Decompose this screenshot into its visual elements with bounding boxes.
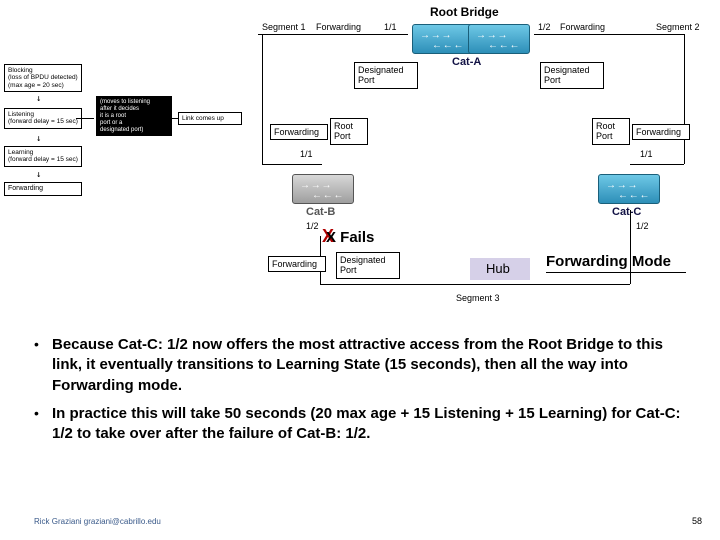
- state-learning: Learning (forward delay = 15 sec): [4, 146, 82, 167]
- port-12-b: 1/2: [306, 222, 319, 232]
- seg1-line: [258, 34, 408, 35]
- state-listening: Listening (forward delay = 15 sec): [4, 108, 82, 129]
- state-forwarding: Forwarding: [4, 182, 82, 196]
- fwd-right-label: Forwarding: [560, 23, 605, 33]
- page-title: Root Bridge: [430, 6, 499, 19]
- right-vline: [684, 34, 685, 164]
- forwarding-mode-label: Forwarding Mode: [546, 254, 671, 271]
- port-11-b: 1/1: [300, 150, 313, 160]
- seg3-line: [320, 284, 630, 285]
- switch-cat-a-2: → → →← ← ←: [468, 24, 530, 54]
- switch-cat-b: → → →← ← ←: [292, 174, 354, 204]
- switch-cat-a: → → →← ← ←: [412, 24, 474, 54]
- port-11a: 1/1: [384, 23, 397, 33]
- seg2-line: [534, 34, 684, 35]
- catc-hline: [630, 164, 684, 165]
- arrow-2: ↓: [36, 134, 41, 144]
- bullet-dot-icon: •: [34, 404, 52, 445]
- arrow-1: ↓: [36, 94, 41, 104]
- state-blocking-text: Blocking (loss of BPDU detected) (max ag…: [8, 67, 78, 89]
- bullet-list: • Because Cat-C: 1/2 now offers the most…: [34, 335, 694, 452]
- footer-page-number: 58: [692, 516, 702, 526]
- root-port-right-text: Root Port: [596, 121, 615, 141]
- arrow-3: ↓: [36, 170, 41, 180]
- state-note-a: (moves to listening after it decides it …: [96, 96, 172, 136]
- bullet-text-1: Because Cat-C: 1/2 now offers the most a…: [52, 335, 694, 396]
- designated-port-left: Designated Port: [354, 62, 418, 89]
- mini-conn-2: [166, 118, 178, 119]
- cat-b-label: Cat-B: [306, 206, 335, 218]
- forwarding-box-bl: Forwarding: [270, 124, 328, 140]
- designated-port-right: Designated Port: [540, 62, 604, 89]
- designated-port-b: Designated Port: [336, 252, 400, 279]
- bullet-text-2: In practice this will take 50 seconds (2…: [52, 404, 694, 445]
- root-port-left: Root Port: [330, 118, 368, 145]
- bullet-row-1: • Because Cat-C: 1/2 now offers the most…: [34, 335, 694, 396]
- seg3-label: Segment 3: [456, 294, 500, 304]
- state-note-b: Link comes up: [178, 112, 242, 125]
- bullet-dot-icon: •: [34, 335, 52, 396]
- forwarding-box-br: Forwarding: [632, 124, 690, 140]
- cat-a-label: Cat-A: [452, 56, 481, 68]
- footer-left: Rick Graziani graziani@cabrillo.edu: [34, 517, 161, 526]
- designated-port-left-text: Designated Port: [358, 65, 404, 85]
- seg1-label: Segment 1: [262, 23, 306, 33]
- designated-port-right-text: Designated Port: [544, 65, 590, 85]
- port-11-c: 1/1: [640, 150, 653, 160]
- root-port-right: Root Port: [592, 118, 630, 145]
- port-12a: 1/2: [538, 23, 551, 33]
- forwarding-box-b2: Forwarding: [268, 256, 326, 272]
- fwd-left-label: Forwarding: [316, 23, 361, 33]
- state-blocking: Blocking (loss of BPDU detected) (max ag…: [4, 64, 82, 92]
- cat-c-label: Cat-C: [612, 206, 641, 218]
- state-listening-text: Listening (forward delay = 15 sec): [8, 111, 78, 125]
- state-note-a-text: (moves to listening after it decides it …: [100, 99, 150, 133]
- designated-port-b-text: Designated Port: [340, 255, 386, 275]
- root-port-left-text: Root Port: [334, 121, 353, 141]
- seg2-label: Segment 2: [656, 23, 700, 33]
- catb-hline: [262, 164, 322, 165]
- x-fails-label: X Fails: [326, 230, 374, 247]
- bullet-row-2: • In practice this will take 50 seconds …: [34, 404, 694, 445]
- state-learning-text: Learning (forward delay = 15 sec): [8, 149, 78, 163]
- left-vline: [262, 34, 263, 164]
- port-12-c: 1/2: [636, 222, 649, 232]
- hub-label: Hub: [486, 262, 510, 276]
- switch-cat-c: → → →← ← ←: [598, 174, 660, 204]
- fwdmode-underline: [546, 272, 686, 273]
- mini-conn-1: [76, 118, 94, 119]
